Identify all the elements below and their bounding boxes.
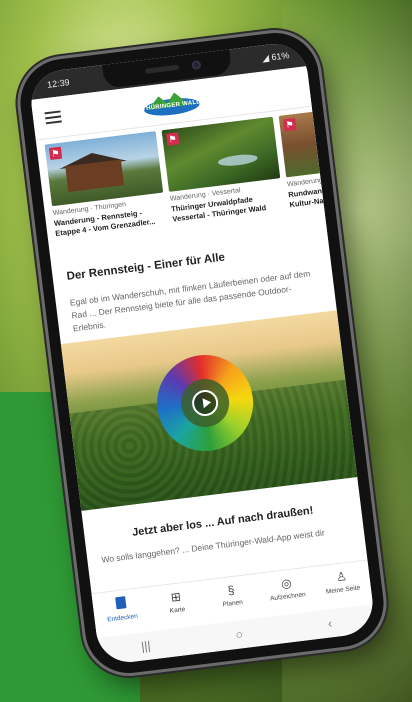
status-time: 12:39: [46, 77, 71, 90]
speaker-grille: [144, 64, 180, 74]
signal-icon: ◢: [261, 52, 270, 64]
recents-button[interactable]: |||: [140, 639, 151, 654]
tour-card-image: ⚑: [278, 111, 326, 178]
phone-mockup: 12:39 ◢ 61% THÜRINGER WALD ⚑ Wanderung ·…: [6, 8, 406, 694]
phone-screen: 12:39 ◢ 61% THÜRINGER WALD ⚑ Wanderung ·…: [27, 40, 377, 666]
tour-card-image: ⚑: [44, 131, 164, 207]
nav-item-entdecken[interactable]: Entdecken: [92, 587, 153, 637]
nav-item-planen[interactable]: § Planen: [202, 574, 263, 624]
home-button[interactable]: ○: [235, 627, 244, 642]
phone-frame: 12:39 ◢ 61% THÜRINGER WALD ⚑ Wanderung ·…: [15, 28, 389, 678]
hiking-icon: ⚑: [166, 132, 180, 146]
app-logo[interactable]: THÜRINGER WALD: [140, 85, 203, 118]
tour-card[interactable]: ⚑ Wanderung · Vessertal Thüringer Urwald…: [161, 116, 287, 240]
hiking-icon: ⚑: [283, 117, 297, 132]
tour-card[interactable]: ⚑ Wanderung · Thüringen Wanderung - Renn…: [44, 131, 169, 254]
play-icon: [202, 397, 212, 409]
back-button[interactable]: ‹: [327, 616, 333, 630]
status-battery: ◢ 61%: [261, 50, 290, 64]
video-player[interactable]: [60, 310, 358, 511]
hamburger-menu-icon[interactable]: [44, 110, 62, 125]
nav-item-meine-seite[interactable]: ♙ Meine Seite: [312, 560, 373, 610]
tour-card[interactable]: ⚑ Wanderung Rundwand Kultur-Na: [278, 111, 326, 225]
section-title: Der Rennsteig - Einer für Alle: [65, 251, 226, 283]
battery-level: 61%: [270, 50, 290, 63]
front-camera-icon: [191, 60, 202, 71]
nav-item-karte[interactable]: ⊞ Karte: [147, 581, 208, 631]
hiking-icon: ⚑: [48, 146, 63, 161]
tour-card-image: ⚑: [161, 116, 281, 192]
nav-item-aufzeichnen[interactable]: ◎ Aufzeichnen: [257, 567, 318, 617]
